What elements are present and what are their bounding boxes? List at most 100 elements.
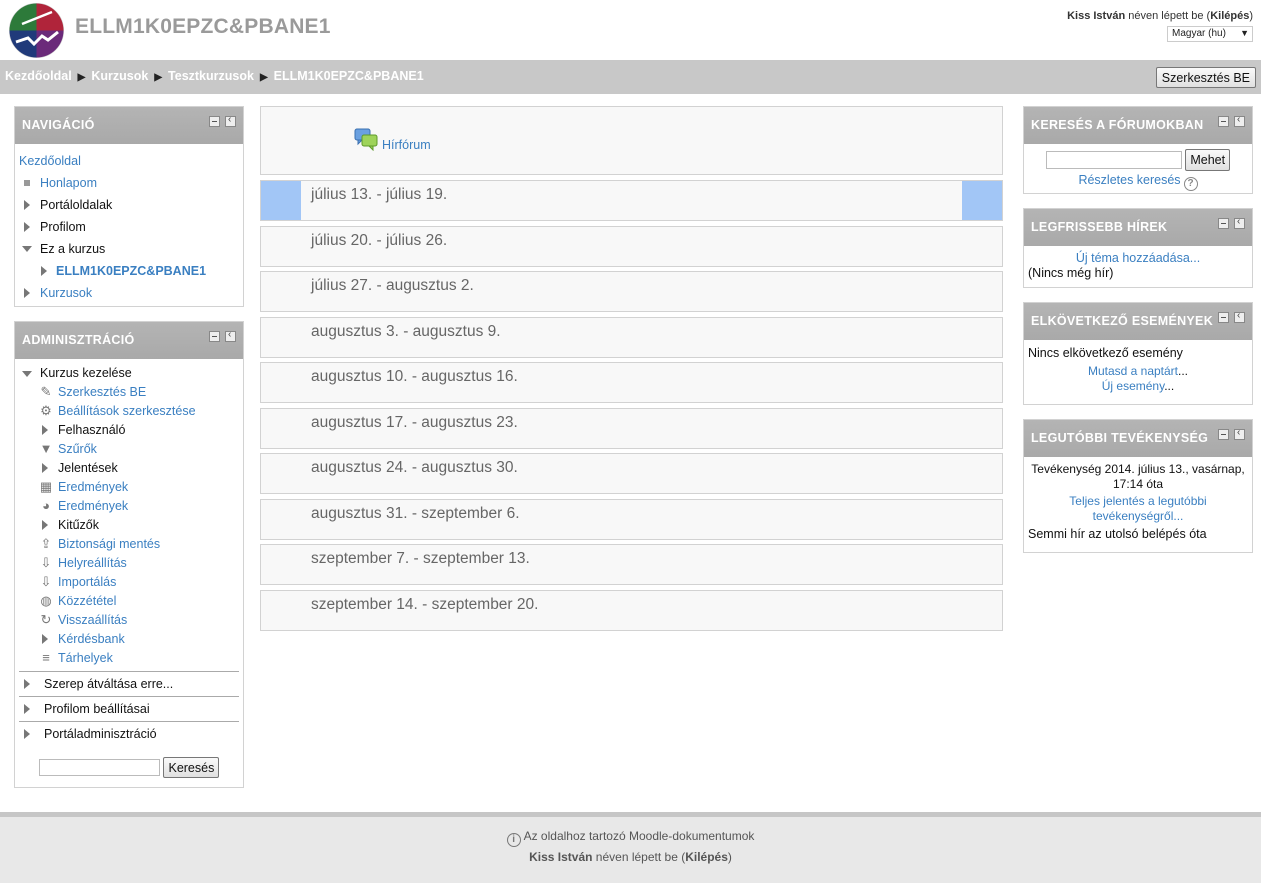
edit-on-button[interactable]: Szerkesztés BE: [1155, 67, 1256, 88]
dock-icon[interactable]: [1234, 427, 1245, 440]
admin-item-grades[interactable]: ▦ Eredmények: [19, 478, 239, 497]
expand-icon: [42, 425, 48, 435]
collapse-icon: [22, 371, 32, 377]
help-icon[interactable]: ?: [1183, 177, 1198, 191]
calendar-link-dots: ...: [1178, 364, 1189, 378]
breadcrumb-home[interactable]: Kezdőoldal: [5, 69, 72, 83]
footer-user-link[interactable]: Kiss István: [529, 850, 592, 864]
reset-icon: ↻: [40, 612, 52, 627]
week-title: július 20. - július 26.: [311, 232, 448, 249]
admin-item-publish[interactable]: ◍ Közzététel: [19, 592, 239, 611]
block-header: ELKÖVETKEZŐ ESEMÉNYEK: [1024, 303, 1252, 340]
admin-item-reports[interactable]: Jelentések: [19, 459, 239, 478]
no-news-text: (Nincs még hír): [1028, 266, 1114, 280]
pencil-icon: ✎: [40, 384, 52, 399]
user-name-link[interactable]: Kiss István: [1067, 10, 1125, 22]
nav-home[interactable]: Kezdőoldal: [19, 150, 239, 172]
calendar-link[interactable]: Mutasd a naptárt: [1088, 364, 1178, 378]
admin-item-repositories[interactable]: ≡ Tárhelyek: [19, 649, 239, 668]
admin-my-profile-settings[interactable]: Profilom beállításai: [19, 696, 239, 721]
grades-table-icon: ▦: [39, 479, 53, 494]
backup-icon: ⇪: [40, 536, 52, 551]
database-icon: ≡: [42, 650, 50, 665]
nav-item-this-course[interactable]: Ez a kurzus: [19, 238, 239, 260]
dock-icon[interactable]: [1234, 310, 1245, 323]
block-title: LEGFRISSEBB HÍREK: [1031, 220, 1168, 234]
nav-item-site-pages[interactable]: Portáloldalak: [19, 194, 239, 216]
expand-icon: [42, 463, 48, 473]
expand-icon: [24, 222, 30, 232]
outcomes-icon: ◕: [42, 498, 50, 513]
recent-activity-block: LEGUTÓBBI TEVÉKENYSÉG Tevékenység 2014. …: [1023, 419, 1253, 553]
week-section: augusztus 31. - szeptember 6.: [260, 499, 1003, 540]
collapse-icon: [22, 246, 32, 252]
logout-link[interactable]: Kilépés: [1210, 10, 1249, 22]
footer-logged-in-text: néven lépett be (: [592, 850, 686, 864]
minimize-icon[interactable]: [209, 331, 220, 342]
admin-course-admin[interactable]: Kurzus kezelése: [19, 364, 239, 383]
week-section: július 20. - július 26.: [260, 226, 1003, 267]
forum-search-button[interactable]: Mehet: [1185, 149, 1231, 171]
week-title: július 27. - augusztus 2.: [311, 277, 474, 294]
admin-search-button[interactable]: Keresés: [163, 757, 220, 778]
dock-icon[interactable]: [1234, 114, 1245, 127]
admin-search-input[interactable]: [39, 759, 160, 776]
site-logo[interactable]: [8, 2, 65, 59]
minimize-icon[interactable]: [1218, 312, 1229, 323]
block-header: NAVIGÁCIÓ: [15, 107, 243, 144]
course-general-section: Hírfórum: [260, 106, 1003, 175]
admin-site-administration[interactable]: Portáladminisztráció: [19, 721, 239, 746]
forum-search-input[interactable]: [1045, 151, 1182, 169]
add-topic-link[interactable]: Új téma hozzáadása...: [1076, 251, 1200, 265]
minimize-icon[interactable]: [1218, 429, 1229, 440]
breadcrumb-separator-icon: ▶: [154, 72, 163, 83]
full-report-link[interactable]: Teljes jelentés a legutóbbi tevékenységr…: [1069, 494, 1206, 523]
logged-in-text: néven lépett be (: [1128, 10, 1211, 22]
admin-switch-role[interactable]: Szerep átváltása erre...: [19, 671, 239, 696]
minimize-icon[interactable]: [1218, 116, 1229, 127]
admin-item-backup[interactable]: ⇪ Biztonsági mentés: [19, 535, 239, 554]
bullet-icon: [24, 180, 30, 186]
admin-item-badges[interactable]: Kitűzők: [19, 516, 239, 535]
admin-item-users[interactable]: Felhasználó: [19, 421, 239, 440]
moodle-docs-link[interactable]: Az oldalhoz tartozó Moodle-dokumentumok: [524, 829, 755, 843]
footer-logout-link[interactable]: Kilépés: [685, 850, 728, 864]
breadcrumb-current[interactable]: ELLM1K0EPZC&PBANE1: [274, 69, 424, 83]
site-title: ELLM1K0EPZC&PBANE1: [75, 15, 331, 38]
dock-icon[interactable]: [1234, 216, 1245, 229]
week-section: augusztus 24. - augusztus 30.: [260, 453, 1003, 494]
minimize-icon[interactable]: [209, 116, 220, 127]
language-select[interactable]: Magyar (hu) ▼: [1167, 26, 1253, 42]
moodle-docs: i Az oldalhoz tartozó Moodle-dokumentumok: [0, 829, 1261, 847]
dock-icon[interactable]: [225, 329, 236, 342]
filter-icon: ▼: [39, 441, 53, 456]
minimize-icon[interactable]: [1218, 218, 1229, 229]
new-event-link[interactable]: Új esemény: [1102, 379, 1164, 393]
nothing-new-text: Semmi hír az utolsó belépés óta: [1028, 527, 1207, 541]
admin-item-filters[interactable]: ▼ Szűrők: [19, 440, 239, 459]
nav-item-my-home[interactable]: Honlapom: [19, 172, 239, 194]
dock-icon[interactable]: [225, 114, 236, 127]
admin-item-question-bank[interactable]: Kérdésbank: [19, 630, 239, 649]
expand-icon: [24, 729, 30, 739]
admin-item-edit-on[interactable]: ✎ Szerkesztés BE: [19, 383, 239, 402]
breadcrumb-category[interactable]: Tesztkurzusok: [168, 69, 254, 83]
forum-icon: [354, 128, 378, 151]
current-week-marker: [962, 181, 1002, 220]
admin-item-reset[interactable]: ↻ Visszaállítás: [19, 611, 239, 630]
news-forum-link[interactable]: Hírfórum: [382, 138, 431, 152]
admin-item-outcomes[interactable]: ◕ Eredmények: [19, 497, 239, 516]
expand-icon: [24, 288, 30, 298]
admin-item-restore[interactable]: ⇩ Helyreállítás: [19, 554, 239, 573]
block-header: ADMINISZTRÁCIÓ: [15, 322, 243, 359]
nav-item-current-course[interactable]: ELLM1K0EPZC&PBANE1: [19, 260, 239, 282]
nav-item-courses[interactable]: Kurzusok: [19, 282, 239, 304]
admin-item-import[interactable]: ⇩ Importálás: [19, 573, 239, 592]
admin-item-settings[interactable]: ⚙ Beállítások szerkesztése: [19, 402, 239, 421]
nav-item-my-profile[interactable]: Profilom: [19, 216, 239, 238]
forum-search-block: KERESÉS A FÓRUMOKBAN Mehet Részletes ker…: [1023, 106, 1253, 194]
restore-icon: ⇩: [40, 555, 52, 570]
breadcrumb-courses[interactable]: Kurzusok: [91, 69, 148, 83]
advanced-search-link[interactable]: Részletes keresés: [1078, 173, 1180, 187]
activity-since-text: Tevékenység 2014. július 13., vasárnap, …: [1031, 462, 1245, 491]
